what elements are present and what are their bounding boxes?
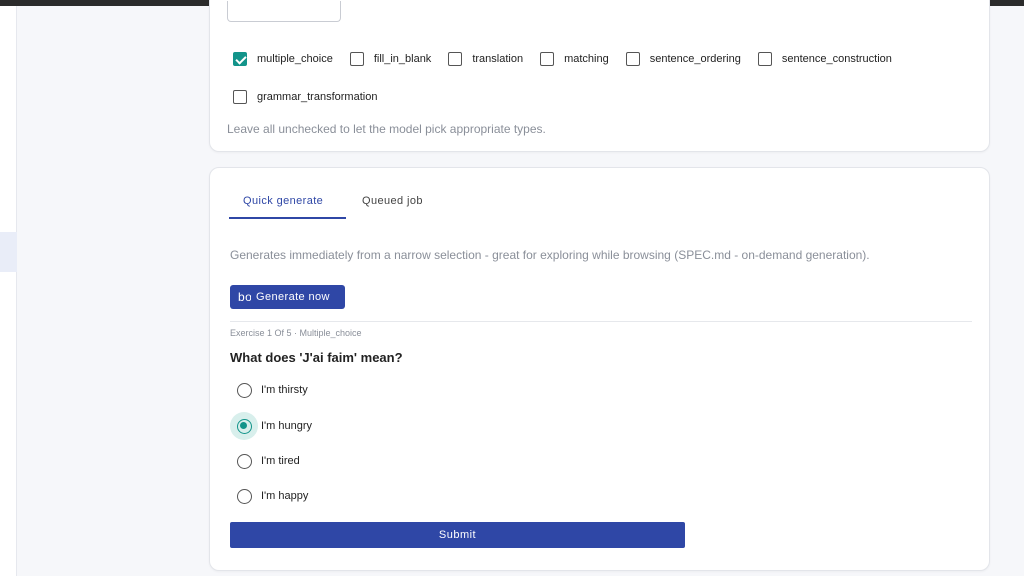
- radio-button[interactable]: [236, 418, 252, 434]
- checkbox-box[interactable]: [540, 52, 555, 66]
- bolt-icon: bolt: [238, 290, 251, 304]
- checkbox-matching[interactable]: matching: [540, 52, 609, 66]
- answer-option[interactable]: I'm tired: [230, 447, 300, 475]
- checkbox-multiple-choice[interactable]: multiple_choice: [233, 52, 333, 66]
- checkbox-box[interactable]: [233, 90, 247, 104]
- answer-option[interactable]: I'm thirsty: [230, 376, 308, 404]
- radio-wrap[interactable]: [230, 447, 258, 475]
- exercise-types-card: multiple_choice fill_in_blank translatio…: [209, 0, 990, 152]
- checkbox-label: multiple_choice: [257, 53, 333, 65]
- checkbox-box[interactable]: [233, 52, 247, 66]
- radio-button[interactable]: [236, 382, 252, 398]
- checkbox-label: translation: [472, 53, 524, 65]
- select-field[interactable]: [227, 1, 341, 22]
- generate-now-label: Generate now: [256, 291, 330, 303]
- radio-wrap[interactable]: [230, 376, 258, 404]
- checkbox-label: matching: [564, 53, 609, 65]
- radio-button[interactable]: [236, 453, 252, 469]
- answer-option-label: I'm happy: [261, 490, 309, 502]
- radio-button[interactable]: [236, 488, 252, 504]
- answer-option[interactable]: I'm happy: [230, 482, 308, 510]
- checkbox-translation[interactable]: translation: [448, 52, 523, 66]
- answer-option-label: I'm thirsty: [261, 384, 308, 396]
- tab-quick-generate[interactable]: Quick generate: [229, 190, 346, 219]
- quick-generate-description: Generates immediately from a narrow sele…: [230, 248, 870, 262]
- generation-card: Quick generate Queued job Generates imme…: [209, 167, 990, 571]
- generation-tabs: Quick generate Queued job: [229, 190, 438, 219]
- answer-option-selected[interactable]: I'm hungry: [230, 412, 312, 440]
- sidebar-active-item[interactable]: [0, 232, 17, 272]
- checkbox-label: sentence_ordering: [649, 53, 741, 65]
- checkbox-box[interactable]: [448, 52, 463, 66]
- answer-option-label: I'm hungry: [261, 420, 313, 432]
- checkbox-sentence-ordering[interactable]: sentence_ordering: [625, 52, 741, 66]
- checkbox-label: sentence_construction: [781, 53, 892, 65]
- generate-now-button[interactable]: bolt Generate now: [230, 285, 345, 309]
- exercise-meta: Exercise 1 Of 5 · Multiple_choice: [230, 328, 362, 338]
- checkbox-grammar-transformation[interactable]: grammar_transformation: [233, 90, 377, 104]
- checkbox-label: grammar_transformation: [257, 91, 378, 103]
- checkbox-label: fill_in_blank: [373, 53, 432, 65]
- exercise-types-hint: Leave all unchecked to let the model pic…: [227, 122, 546, 136]
- exercise-type-row-1: multiple_choice fill_in_blank translatio…: [233, 52, 909, 66]
- sidebar: [0, 6, 17, 576]
- exercise-type-row-2: grammar_transformation: [233, 90, 394, 104]
- divider: [230, 321, 972, 322]
- checkbox-box[interactable]: [625, 52, 640, 66]
- checkbox-fill-in-blank[interactable]: fill_in_blank: [349, 52, 432, 66]
- checkbox-box[interactable]: [757, 52, 772, 66]
- checkbox-sentence-construction[interactable]: sentence_construction: [757, 52, 892, 66]
- answer-option-label: I'm tired: [261, 455, 300, 467]
- exercise-question: What does 'J'ai faim' mean?: [230, 350, 403, 365]
- checkbox-box[interactable]: [349, 52, 364, 66]
- radio-wrap[interactable]: [230, 482, 258, 510]
- tab-queued-job[interactable]: Queued job: [346, 190, 438, 219]
- radio-wrap[interactable]: [230, 412, 258, 440]
- submit-button[interactable]: Submit: [230, 522, 685, 548]
